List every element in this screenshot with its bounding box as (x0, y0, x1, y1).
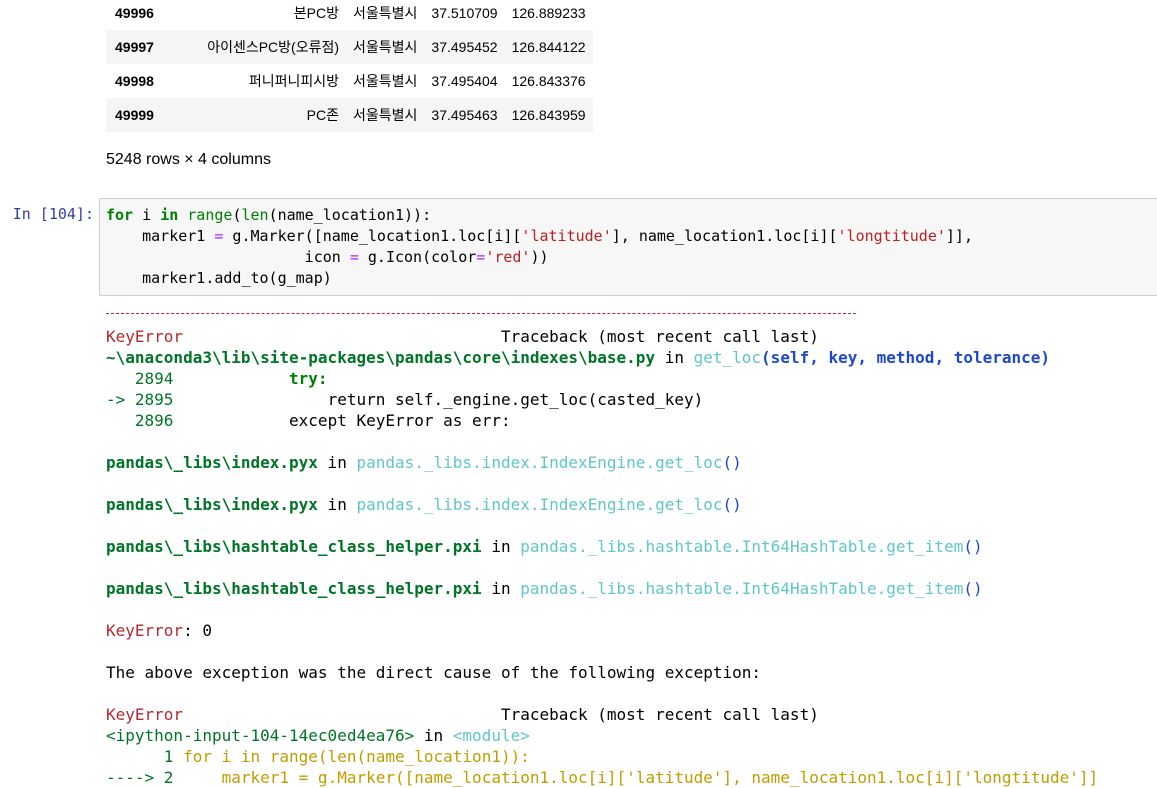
traceback-frame-index-1: pandas\_libs\index.pyx in pandas._libs.i… (106, 453, 742, 472)
cell-name: 본PC방 (293, 5, 339, 21)
code-line-1: for i in range(len(name_location1)): (106, 206, 432, 224)
cell-city: 서울특별시 (353, 73, 418, 89)
traceback-frame-hashtable-2: pandas\_libs\hashtable_class_helper.pxi … (106, 579, 983, 598)
keyerror-message: KeyError: 0 (106, 621, 212, 640)
input-prompt: In [104]: (12, 205, 94, 223)
table-row: 49999 PC존 서울특별시 37.495463 126.843959 (106, 98, 593, 132)
cell-city: 서울특별시 (353, 5, 418, 21)
row-index: 49999 (106, 98, 182, 132)
traceback-frame-hashtable-1: pandas\_libs\hashtable_class_helper.pxi … (106, 537, 983, 556)
table-row: 49996 본PC방 서울특별시 37.510709 126.889233 (106, 0, 593, 30)
cell-longitude: 126.844122 (504, 30, 593, 64)
traceback-header-1: KeyError Traceback (most recent call las… (106, 327, 819, 346)
traceback-frame-base: ~\anaconda3\lib\site-packages\pandas\cor… (106, 348, 1051, 367)
cell-longitude: 126.843959 (504, 98, 593, 132)
traceback-separator (106, 313, 856, 314)
cell-city: 서울특별시 (346, 30, 425, 64)
row-index: 49998 (115, 73, 154, 89)
row-index: 49997 (106, 30, 182, 64)
traceback-module-line-2: ----> 2 marker1 = g.Marker([name_locatio… (106, 768, 1099, 787)
row-index: 49996 (115, 5, 154, 21)
cell-city: 서울특별시 (346, 98, 425, 132)
traceback-line-2896: 2896 except KeyError as err: (106, 411, 511, 430)
traceback-line-2894: 2894 try: (106, 369, 328, 388)
exception-cause-text: The above exception was the direct cause… (106, 663, 762, 682)
cell-longitude: 126.889233 (511, 5, 586, 21)
dataframe-table: 49996 본PC방 서울특별시 37.510709 126.889233 49997 아이… (106, 0, 593, 132)
traceback-module-line-1: 1 for i in range(len(name_location1)): (106, 747, 530, 766)
code-line-3: icon = g.Icon(color='red')) (106, 248, 549, 266)
dataframe-shape: 5248 rows × 4 columns (106, 151, 271, 168)
traceback-frame-index-2: pandas\_libs\index.pyx in pandas._libs.i… (106, 495, 742, 514)
cell-latitude: 37.495463 (424, 98, 505, 132)
table-row: 49997 아이센스PC방(오류점) 서울특별시 37.495452 126.84412… (106, 30, 593, 64)
cell-name: 퍼니퍼니피시방 (248, 73, 339, 89)
code-line-2: marker1 = g.Marker([name_location1.loc[i… (106, 227, 973, 245)
cell-longitude: 126.843376 (511, 73, 586, 89)
cell-latitude: 37.495452 (424, 30, 505, 64)
traceback-frame-ipython: <ipython-input-104-14ec0ed4ea76> in <mod… (106, 726, 530, 745)
table-row: 49998 퍼니퍼니피시방 서울특별시 37.495404 126.843376 (106, 64, 593, 98)
code-line-4: marker1.add_to(g_map) (106, 269, 332, 287)
cell-name: 아이센스PC방(오류점) (182, 30, 346, 64)
traceback-header-2: KeyError Traceback (most recent call las… (106, 705, 819, 724)
cell-name: PC존 (182, 98, 346, 132)
cell-latitude: 37.510709 (431, 5, 498, 21)
cell-latitude: 37.495404 (431, 73, 498, 89)
traceback-line-2895: -> 2895 return self._engine.get_loc(cast… (106, 390, 704, 409)
